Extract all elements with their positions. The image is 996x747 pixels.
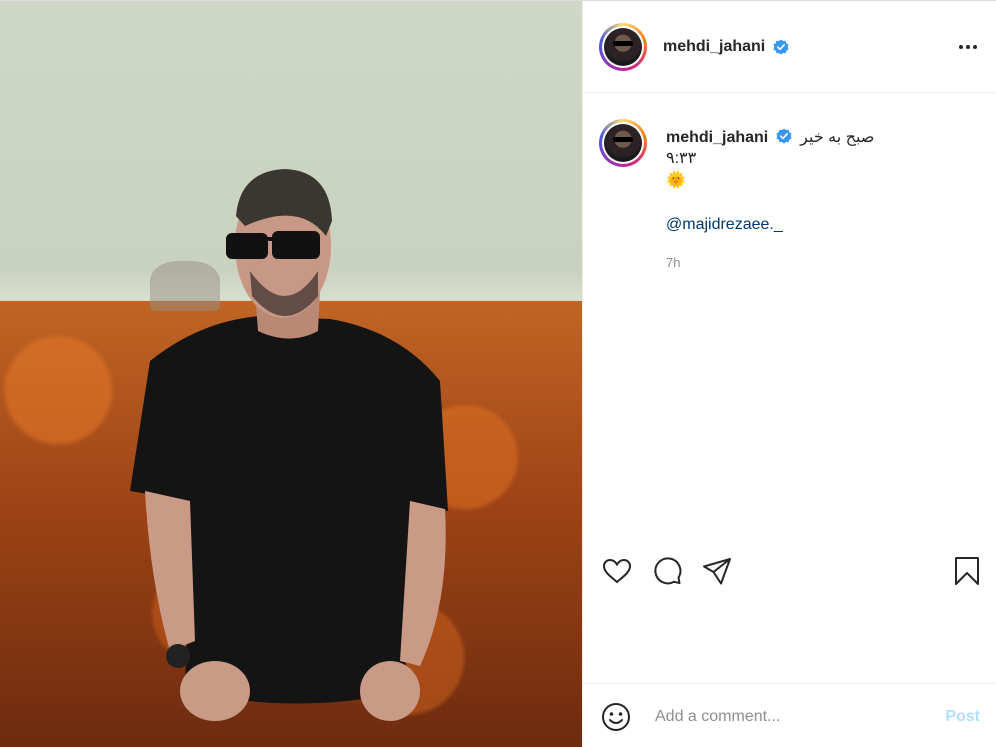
avatar[interactable] xyxy=(599,23,647,71)
caption-avatar[interactable] xyxy=(599,119,647,167)
caption-mention-link[interactable]: @majidrezaee._ xyxy=(666,216,783,233)
caption: mehdi_jahani صبح به خیر ۹:۳۳ 🌞 @majidrez… xyxy=(666,126,966,236)
dot-icon xyxy=(973,45,977,49)
paper-plane-icon[interactable] xyxy=(701,555,733,587)
photo-person xyxy=(130,169,448,721)
dot-icon xyxy=(959,45,963,49)
caption-first-line: mehdi_jahani صبح به خیر xyxy=(666,126,966,148)
bookmark-icon[interactable] xyxy=(951,555,983,587)
post-photo[interactable] xyxy=(0,1,582,747)
more-options-button[interactable] xyxy=(956,39,980,55)
header-username[interactable]: mehdi_jahani xyxy=(663,38,765,56)
verified-badge-icon xyxy=(773,39,789,55)
post-comment-button[interactable]: Post xyxy=(945,708,980,726)
comment-icon[interactable] xyxy=(651,555,683,587)
caption-sun-emoji: 🌞 xyxy=(666,172,686,189)
post-timestamp[interactable]: 7h xyxy=(666,255,680,270)
emoji-icon[interactable] xyxy=(601,702,631,732)
dot-icon xyxy=(966,45,970,49)
post-side-panel: mehdi_jahani mehdi_jahani صبح به خیر ۹:۳… xyxy=(583,1,996,747)
caption-text-line2: ۹:۳۳ xyxy=(666,150,697,167)
post-header: mehdi_jahani xyxy=(583,1,996,93)
comment-bar: Post xyxy=(583,683,996,747)
caption-text-line1: صبح به خیر xyxy=(800,129,875,146)
action-bar xyxy=(583,541,996,601)
caption-username[interactable]: mehdi_jahani xyxy=(666,129,768,146)
comment-input[interactable] xyxy=(653,704,927,730)
verified-badge-icon xyxy=(776,128,792,144)
post-container: mehdi_jahani mehdi_jahani صبح به خیر ۹:۳… xyxy=(0,0,996,747)
heart-icon[interactable] xyxy=(601,555,633,587)
